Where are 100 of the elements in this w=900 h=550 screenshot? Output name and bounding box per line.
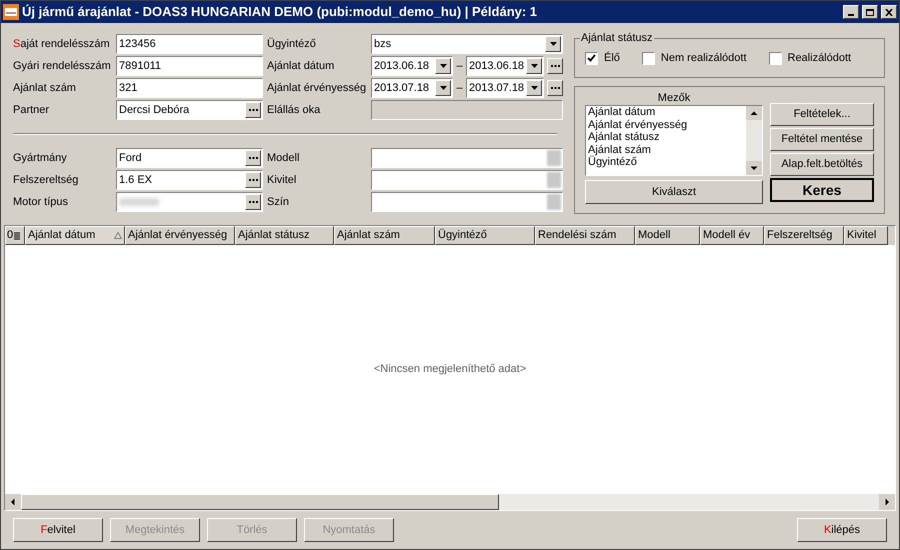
checkbox[interactable] (642, 52, 655, 64)
ellipsis-button[interactable] (245, 194, 261, 210)
list-icon (14, 232, 20, 240)
dropdown-button[interactable] (435, 80, 451, 96)
checkbox[interactable] (768, 52, 782, 64)
dropdown-button[interactable] (545, 36, 561, 52)
group-title: Ajánlat státusz (580, 31, 654, 45)
caret-icon (530, 64, 538, 68)
column-header[interactable]: Felszereltség (764, 226, 844, 245)
dropdown-button[interactable] (526, 58, 542, 74)
ellipsis-button[interactable] (245, 150, 261, 166)
column-header[interactable]: Ajánlat érvényesség (125, 226, 235, 245)
close-icon (885, 8, 893, 16)
scrollbar[interactable] (746, 106, 762, 175)
field-label: Ajánlat szám (12, 80, 77, 96)
caret-icon (440, 64, 446, 68)
column-header[interactable]: Modell év (700, 226, 764, 245)
scroll-right-icon (879, 494, 895, 510)
dropdown-button[interactable] (526, 80, 542, 96)
empty-message: <Nincsen megjeleníthető adat> (374, 362, 526, 378)
scroll-thumb[interactable] (21, 494, 499, 510)
field-label: Gyári rendelésszám (12, 58, 112, 74)
blurred-value (547, 172, 561, 188)
field-label: Ajánlat dátum (267, 58, 336, 74)
combo-box[interactable]: bzs (371, 34, 563, 54)
checkbox[interactable] (585, 52, 598, 64)
field-label: Ajánlat érvényesség (267, 80, 368, 96)
field-label: Kivitel (267, 172, 298, 188)
checkbox-label: Nem realizálódott (660, 50, 746, 66)
field-label: Modell (267, 150, 300, 166)
text-field[interactable]: 321 (116, 78, 263, 98)
lookup-field[interactable]: Dercsi Debóra (116, 100, 263, 120)
column-header[interactable]: Rendelési szám (535, 226, 635, 245)
column-header[interactable]: Modell (635, 226, 700, 245)
ellipsis-button[interactable] (245, 102, 261, 118)
column-header[interactable]: Ajánlat dátum (25, 226, 125, 245)
lookup-field[interactable]: Ford (116, 148, 263, 168)
blurred-value (547, 194, 561, 210)
list-item[interactable]: Ajánlat érvényesség (588, 118, 746, 131)
text-field[interactable] (371, 192, 563, 212)
condition-button[interactable]: Alap.felt.betöltés (770, 153, 874, 176)
lookup-field[interactable] (116, 192, 263, 212)
horizontal-scrollbar[interactable] (5, 494, 895, 510)
exit-button[interactable]: Kilépés (797, 518, 887, 542)
column-header[interactable]: Ajánlat státusz (235, 226, 334, 245)
caret-icon (440, 86, 446, 90)
list-item[interactable]: Ajánlat státusz (588, 131, 746, 144)
checkbox-label: Élő (604, 50, 620, 66)
search-button[interactable]: Keres (770, 178, 874, 202)
field-label: Saját rendelésszám (12, 36, 111, 52)
ellipsis-button[interactable] (547, 58, 563, 74)
condition-button[interactable]: Feltétel mentése (770, 128, 874, 151)
caret-icon (550, 42, 556, 46)
date-field[interactable]: 2013.06.18 (371, 56, 453, 76)
checkmark-icon (587, 54, 596, 62)
field-list[interactable]: Ajánlat dátum Ajánlat érvényesség Ajánlat státusz Ajánlat szám Ügyintéző (585, 105, 763, 176)
list-title: Mezők (656, 91, 692, 105)
caret-icon (530, 86, 538, 90)
list-item[interactable]: Ajánlat szám (588, 144, 746, 156)
date-field[interactable]: 2013.07.18 (466, 78, 544, 98)
app-icon (3, 4, 19, 20)
ellipsis-button[interactable] (547, 80, 563, 96)
field-label: Partner (12, 102, 50, 118)
column-header[interactable]: Kivitel (844, 226, 888, 245)
date-field[interactable]: 2013.06.18 (466, 56, 544, 76)
list-item[interactable]: Ügyintéző (588, 156, 746, 168)
close-button[interactable] (881, 5, 897, 19)
field-label: Motor típus (12, 194, 70, 210)
column-header[interactable]: Ügyintéző (435, 226, 535, 245)
text-field[interactable]: 123456 (116, 34, 263, 54)
dropdown-button[interactable] (435, 58, 451, 74)
scroll-left-icon (5, 494, 21, 510)
blurred-value (547, 150, 561, 166)
field-label: Felszereltség (12, 172, 80, 188)
text-field[interactable] (371, 170, 563, 190)
maximize-button[interactable] (862, 5, 878, 19)
field-label: Ügyintéző (267, 36, 317, 52)
row-count: 0 (7, 228, 14, 244)
checkbox-label: Realizálódott (788, 50, 852, 66)
window-title: Új jármű árajánlat - DOAS3 HUNGARIAN DEMO (pubi:modul_demo_hu) | Példány: 1 (22, 3, 538, 22)
date-field[interactable]: 2013.07.18 (371, 78, 453, 98)
range-dash: – (455, 58, 464, 74)
scroll-up-icon (746, 106, 762, 120)
text-field[interactable] (371, 148, 563, 168)
list-item[interactable]: Ajánlat dátum (588, 106, 746, 118)
minimize-button[interactable] (843, 5, 859, 19)
footer-button[interactable]: Felvitel (13, 518, 103, 542)
range-dash: – (455, 80, 464, 96)
ellipsis-button[interactable] (245, 172, 261, 188)
blurred-value (119, 198, 159, 206)
condition-button[interactable]: Feltételek... (770, 103, 874, 126)
lookup-field[interactable]: 1.6 EX (116, 170, 263, 190)
scroll-down-icon (746, 161, 762, 175)
column-header[interactable]: Ajánlat szám (334, 226, 435, 245)
select-button[interactable]: Kiválaszt (585, 180, 763, 204)
maximize-icon (866, 8, 874, 16)
field-label: Gyártmány (12, 150, 68, 166)
text-field[interactable]: 7891011 (116, 56, 263, 76)
sort-icon (114, 232, 122, 239)
field-label: Elállás oka (267, 102, 322, 118)
